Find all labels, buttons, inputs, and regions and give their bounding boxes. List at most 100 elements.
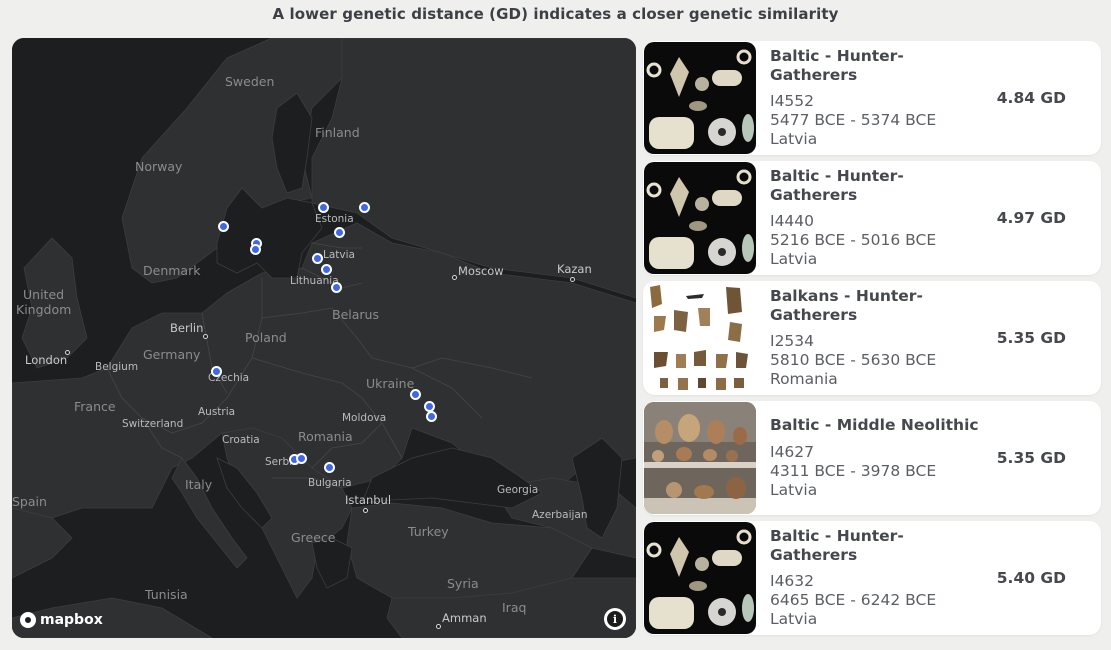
map-label-country: Spain xyxy=(12,494,47,509)
sample-marker[interactable] xyxy=(331,282,342,293)
map-label-country: Bulgaria xyxy=(308,477,352,489)
map-label-country: Denmark xyxy=(143,263,201,278)
map-label-country: Iraq xyxy=(502,600,527,615)
result-sample-id: I4627 xyxy=(770,443,815,461)
result-card[interactable]: Baltic - Hunter-Gatherers I4552 5477 BCE… xyxy=(643,41,1101,155)
map-label-country: Finland xyxy=(315,125,360,140)
map-label-country: Syria xyxy=(447,576,479,591)
result-genetic-distance: 5.35 GD xyxy=(996,449,1066,467)
result-genetic-distance: 5.35 GD xyxy=(996,329,1066,347)
info-icon: i xyxy=(607,611,623,627)
result-sample-id: I4632 xyxy=(770,572,815,590)
sample-marker[interactable] xyxy=(359,202,370,213)
sample-marker[interactable] xyxy=(321,264,332,275)
artifacts-beads-icon xyxy=(644,522,756,634)
city-marker xyxy=(436,624,441,629)
results-list: Baltic - Hunter-Gatherers I4552 5477 BCE… xyxy=(643,41,1101,641)
map-label-city: Kazan xyxy=(557,262,592,276)
attribution-info-button[interactable]: i xyxy=(604,608,626,630)
stone-tools-icon xyxy=(644,282,756,394)
result-card[interactable]: Baltic - Middle Neolithic I4627 4311 BCE… xyxy=(643,401,1101,515)
city-marker xyxy=(570,277,575,282)
map-label-country: France xyxy=(74,399,116,414)
map-view[interactable]: Sweden Finland Norway Estonia Latvia Lit… xyxy=(12,38,636,638)
result-title: Baltic - Hunter-Gatherers xyxy=(770,167,904,204)
sample-marker[interactable] xyxy=(334,227,345,238)
result-card-text: Baltic - Hunter-Gatherers I4632 6465 BCE… xyxy=(770,527,985,629)
result-dates: 4311 BCE - 3978 BCE xyxy=(770,462,937,480)
result-dates: 5477 BCE - 5374 BCE xyxy=(770,111,937,129)
result-card-text: Balkans - Hunter-Gatherers I2534 5810 BC… xyxy=(770,287,985,389)
result-card[interactable]: Baltic - Hunter-Gatherers I4440 5216 BCE… xyxy=(643,161,1101,275)
result-country: Latvia xyxy=(770,610,818,628)
result-card[interactable]: Baltic - Hunter-Gatherers I4632 6465 BCE… xyxy=(643,521,1101,635)
map-label-city: Berlin xyxy=(170,321,204,335)
map-label-country: Tunisia xyxy=(145,587,188,602)
map-label-city: Istanbul xyxy=(345,493,392,507)
result-genetic-distance: 5.40 GD xyxy=(996,569,1066,587)
result-country: Latvia xyxy=(770,481,818,499)
sample-marker[interactable] xyxy=(211,366,222,377)
map-label-country: Estonia xyxy=(315,213,354,225)
sample-marker[interactable] xyxy=(250,244,261,255)
map-label-country: Kingdom xyxy=(16,302,72,317)
map-label-city: Moscow xyxy=(458,264,504,278)
result-title: Baltic - Hunter-Gatherers xyxy=(770,527,904,564)
result-country: Latvia xyxy=(770,250,818,268)
map-label-country: Germany xyxy=(143,347,201,362)
map-label-country: Sweden xyxy=(225,74,275,89)
result-country: Romania xyxy=(770,370,838,388)
map-label-country: Italy xyxy=(185,477,213,492)
map-label-country: Romania xyxy=(298,429,353,444)
result-country: Latvia xyxy=(770,130,818,148)
map-label-country: Belgium xyxy=(95,361,139,373)
map-label-country: Belarus xyxy=(332,307,379,322)
mapbox-logo-icon xyxy=(20,612,36,628)
result-dates: 5810 BCE - 5630 BCE xyxy=(770,351,937,369)
map-label-country: Poland xyxy=(245,330,287,345)
result-dates: 5216 BCE - 5016 BCE xyxy=(770,231,937,249)
mapbox-logo[interactable]: mapbox xyxy=(20,612,103,628)
result-card-text: Baltic - Hunter-Gatherers I4552 5477 BCE… xyxy=(770,47,985,149)
map-label-country: Ukraine xyxy=(366,376,415,391)
result-card-text: Baltic - Middle Neolithic I4627 4311 BCE… xyxy=(770,407,985,500)
page-title: A lower genetic distance (GD) indicates … xyxy=(272,5,839,23)
result-card-text: Baltic - Hunter-Gatherers I4440 5216 BCE… xyxy=(770,167,985,269)
sample-marker[interactable] xyxy=(426,411,437,422)
artifacts-beads-icon xyxy=(644,162,756,274)
result-dates: 6465 BCE - 6242 BCE xyxy=(770,591,937,609)
city-marker xyxy=(452,275,457,280)
sample-marker[interactable] xyxy=(410,389,421,400)
map-label-country: Switzerland xyxy=(122,418,184,430)
sample-marker[interactable] xyxy=(324,462,335,473)
sample-marker[interactable] xyxy=(218,221,229,232)
sample-marker[interactable] xyxy=(296,453,307,464)
map-label-country: Turkey xyxy=(408,524,449,539)
result-sample-id: I4440 xyxy=(770,212,815,230)
result-title: Balkans - Hunter-Gatherers xyxy=(770,287,923,324)
sample-marker[interactable] xyxy=(318,202,329,213)
map-label-country: Croatia xyxy=(222,434,260,446)
result-card[interactable]: Balkans - Hunter-Gatherers I2534 5810 BC… xyxy=(643,281,1101,395)
map-label-country: United xyxy=(23,287,65,302)
map-label-city: Amman xyxy=(442,611,487,625)
result-genetic-distance: 4.84 GD xyxy=(996,89,1066,107)
map-label-country: Greece xyxy=(291,530,336,545)
map-label-country: Georgia xyxy=(497,484,539,496)
pottery-display-icon xyxy=(644,402,756,514)
result-genetic-distance: 4.97 GD xyxy=(996,209,1066,227)
map-label-country: Moldova xyxy=(342,412,387,424)
sample-marker[interactable] xyxy=(312,253,323,264)
mapbox-logo-text: mapbox xyxy=(40,612,103,628)
city-marker xyxy=(363,508,368,513)
result-title: Baltic - Hunter-Gatherers xyxy=(770,47,904,84)
artifacts-beads-icon xyxy=(644,42,756,154)
result-title: Baltic - Middle Neolithic xyxy=(770,416,979,434)
result-sample-id: I4552 xyxy=(770,92,815,110)
city-marker xyxy=(203,334,208,339)
result-sample-id: I2534 xyxy=(770,332,815,350)
map-label-country: Austria xyxy=(198,406,236,418)
map-label-country: Latvia xyxy=(323,249,355,261)
map-label-country: Norway xyxy=(135,159,183,174)
map-label-country: Azerbaijan xyxy=(532,509,588,521)
